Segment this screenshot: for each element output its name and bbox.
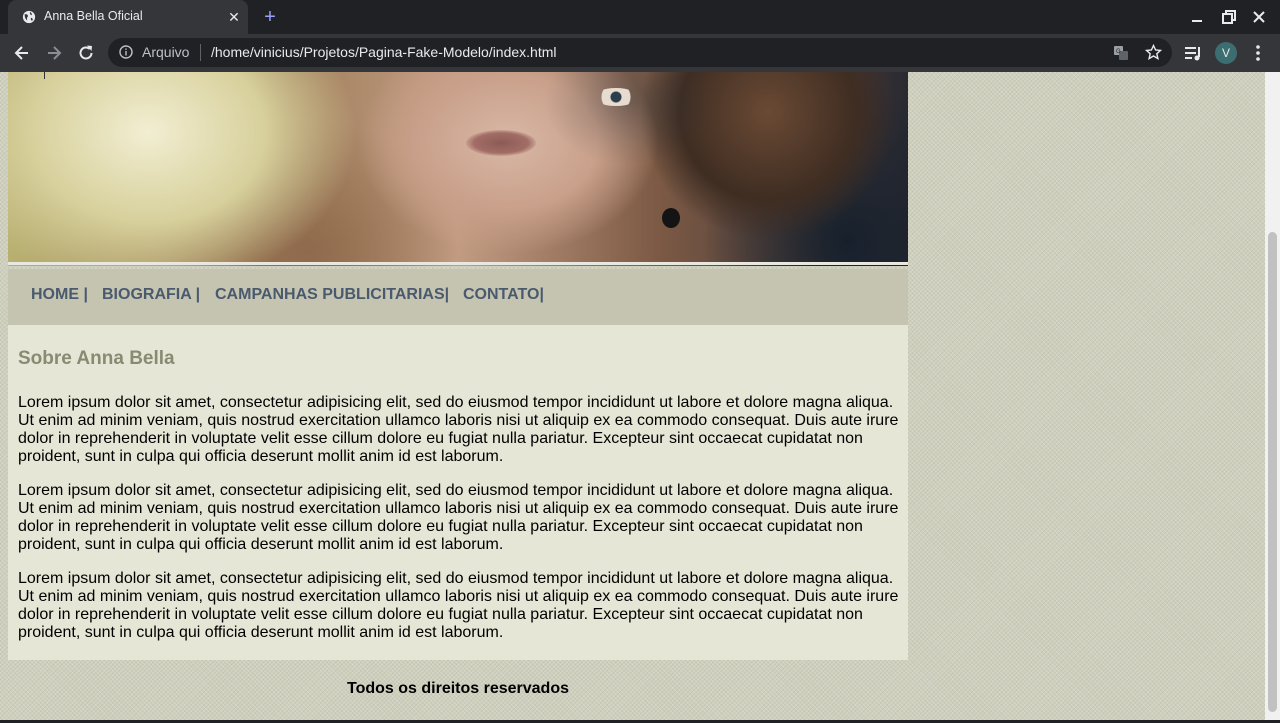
browser-window: Anna Bella Oficial ✕ + Arquivo /home/vin… [0, 0, 1280, 723]
tab-strip: Anna Bella Oficial ✕ + [0, 0, 1280, 34]
translate-icon[interactable]: G [1113, 45, 1129, 61]
hero-photo [8, 72, 908, 266]
more-menu-icon[interactable] [1248, 43, 1268, 63]
about-paragraph: Lorem ipsum dolor sit amet, consectetur … [18, 482, 899, 553]
hero-lips-detail [466, 130, 536, 156]
about-section: Sobre Anna Bella Lorem ipsum dolor sit a… [8, 325, 908, 660]
address-bar[interactable]: Arquivo /home/vinicius/Projetos/Pagina-F… [108, 38, 1172, 67]
nav-biografia[interactable]: BIOGRAFIA | [102, 286, 200, 304]
hero-earring-detail [662, 208, 680, 228]
media-queue-icon[interactable] [1183, 43, 1203, 63]
svg-text:G: G [1116, 49, 1121, 55]
nav-home[interactable]: HOME | [31, 286, 88, 304]
address-scheme-label: Arquivo [142, 44, 190, 60]
tab-anna-bella[interactable]: Anna Bella Oficial ✕ [8, 0, 248, 34]
close-window-icon[interactable] [1250, 8, 1268, 26]
about-paragraph: Lorem ipsum dolor sit amet, consectetur … [18, 394, 899, 465]
bookmark-star-icon[interactable] [1145, 44, 1162, 61]
nav-contato[interactable]: CONTATO| [463, 286, 544, 304]
minimize-icon[interactable] [1188, 8, 1206, 26]
about-paragraph: Lorem ipsum dolor sit amet, consectetur … [18, 570, 899, 641]
new-tab-button[interactable]: + [260, 7, 280, 27]
reload-icon[interactable] [76, 43, 96, 63]
browser-toolbar: Arquivo /home/vinicius/Projetos/Pagina-F… [0, 34, 1280, 72]
vertical-scrollbar[interactable] [1265, 72, 1280, 720]
tab-title: Anna Bella Oficial [44, 9, 143, 23]
hero-eye-detail [594, 88, 638, 106]
address-url[interactable]: /home/vinicius/Projetos/Pagina-Fake-Mode… [211, 44, 557, 60]
forward-arrow-icon[interactable] [44, 43, 64, 63]
footer-copyright: Todos os direitos reservados [347, 680, 569, 697]
main-nav: HOME | BIOGRAFIA | CAMPANHAS PUBLICITARI… [8, 269, 908, 325]
globe-icon [22, 10, 36, 24]
page-viewport: HOME | BIOGRAFIA | CAMPANHAS PUBLICITARI… [0, 72, 1280, 720]
address-divider [200, 44, 201, 61]
text-cursor [44, 72, 45, 79]
nav-campanhas-publicitarias[interactable]: CAMPANHAS PUBLICITARIAS| [215, 286, 449, 304]
close-tab-icon[interactable]: ✕ [226, 9, 242, 25]
scrollbar-thumb[interactable] [1268, 232, 1277, 712]
restore-icon[interactable] [1220, 8, 1238, 26]
back-arrow-icon[interactable] [12, 43, 32, 63]
profile-avatar[interactable]: V [1215, 42, 1237, 64]
info-icon[interactable] [119, 45, 133, 59]
about-heading: Sobre Anna Bella [18, 348, 175, 369]
hero-divider [8, 262, 908, 265]
